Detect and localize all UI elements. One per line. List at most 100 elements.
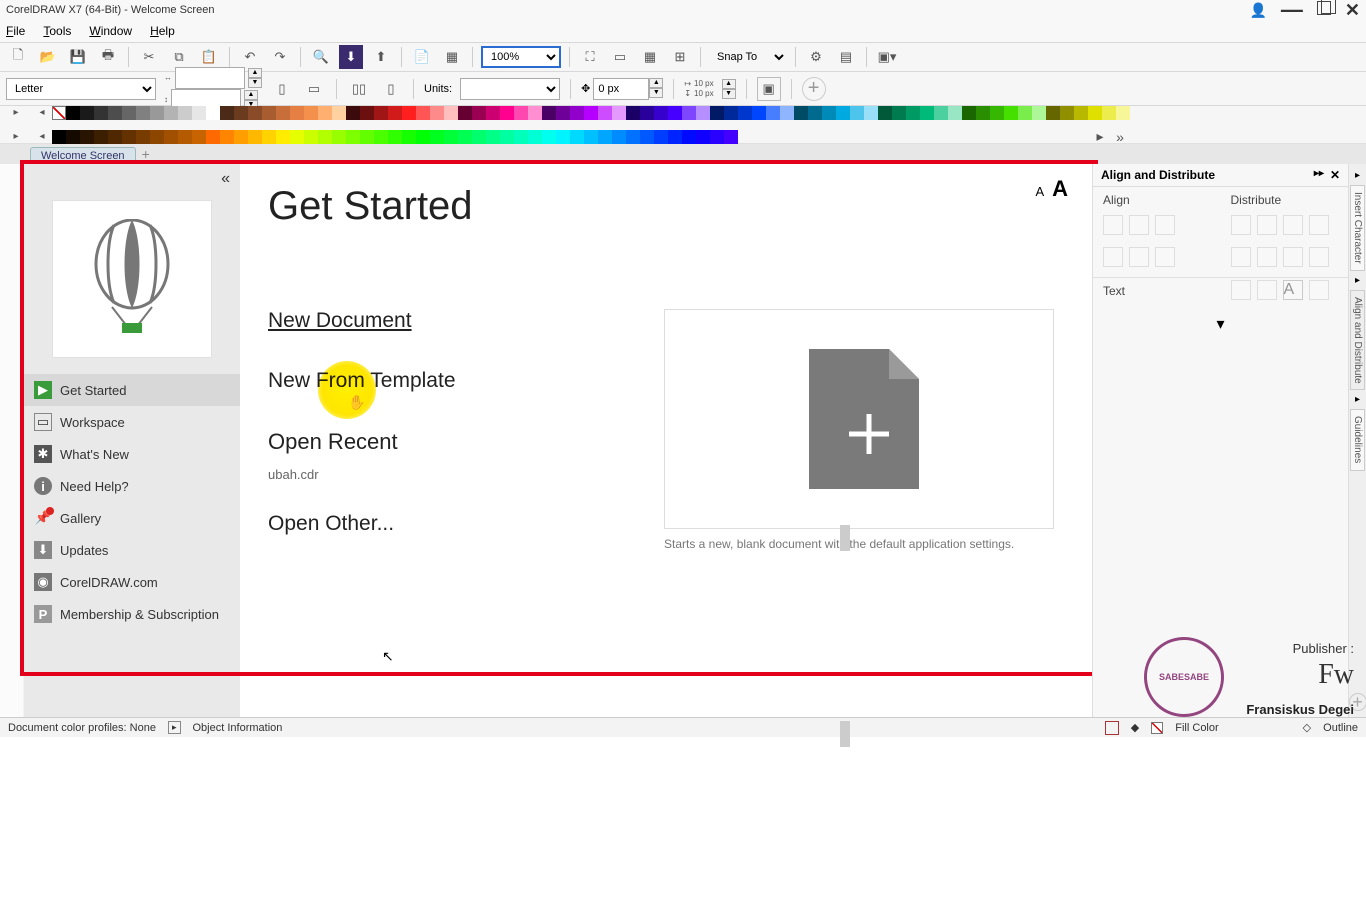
color-swatch[interactable] (206, 130, 220, 144)
color-swatch[interactable] (472, 130, 486, 144)
freehand-tool[interactable] (3, 264, 21, 282)
color-swatch[interactable] (906, 106, 920, 120)
nav-whats-new[interactable]: ✱ What's New (24, 438, 240, 470)
save-button[interactable]: 💾 (66, 45, 90, 69)
color-swatch[interactable] (164, 106, 178, 120)
zoom-tool[interactable] (3, 240, 21, 258)
color-swatch[interactable] (514, 130, 528, 144)
vtab-insert-character[interactable]: Insert Character (1350, 185, 1365, 271)
crop-tool[interactable] (3, 216, 21, 234)
nav-updates[interactable]: ⬇ Updates (24, 534, 240, 566)
show-rulers-button[interactable]: ▭ (608, 45, 632, 69)
color-swatch[interactable] (584, 130, 598, 144)
color-swatch[interactable] (584, 106, 598, 120)
color-swatch[interactable] (360, 106, 374, 120)
maximize-button[interactable] (1317, 1, 1331, 20)
distribute-buttons[interactable] (1221, 213, 1349, 245)
color-swatch[interactable] (150, 106, 164, 120)
artistic-media-tool[interactable] (3, 288, 21, 306)
color-swatch[interactable] (962, 106, 976, 120)
polygon-tool[interactable] (3, 360, 21, 378)
show-guides-button[interactable]: ⊞ (668, 45, 692, 69)
color-swatch[interactable] (248, 106, 262, 120)
import-button[interactable]: ⬇ (339, 45, 363, 69)
color-swatch[interactable] (864, 106, 878, 120)
palette-scroll-left-2[interactable]: ◂ (32, 130, 52, 144)
page-dimensions[interactable]: ↔▲▼ ↕▲▼ (164, 67, 262, 111)
color-swatch[interactable] (710, 106, 724, 120)
dimension-tool[interactable] (3, 432, 21, 450)
palette-2[interactable] (52, 130, 738, 144)
portrait-button[interactable]: ▯ (270, 77, 294, 101)
new-tab-button[interactable]: + (136, 144, 156, 164)
color-swatch[interactable] (486, 106, 500, 120)
color-swatch[interactable] (500, 106, 514, 120)
color-swatch[interactable] (500, 130, 514, 144)
distribute-buttons-row2[interactable] (1221, 245, 1349, 277)
text-tool[interactable] (3, 384, 21, 402)
collapse-sidebar-button[interactable]: « (24, 164, 240, 194)
outline-tool[interactable] (3, 552, 21, 570)
search-button[interactable]: 🔍 (309, 45, 333, 69)
fill-indicator-icon[interactable]: ◆ (1131, 721, 1139, 734)
publish-pdf-button[interactable]: 📄 (410, 45, 434, 69)
color-swatch[interactable] (822, 106, 836, 120)
transparency-tool[interactable] (3, 504, 21, 522)
color-swatch[interactable] (612, 130, 626, 144)
copy-button[interactable]: ⧉ (167, 45, 191, 69)
color-swatch[interactable] (514, 106, 528, 120)
duplicate-distance[interactable]: ↦10 px ↧10 px (684, 79, 713, 98)
color-swatch[interactable] (654, 106, 668, 120)
nav-coreldraw-com[interactable]: ◉ CorelDRAW.com (24, 566, 240, 598)
color-swatch[interactable] (444, 130, 458, 144)
color-swatch[interactable] (1074, 106, 1088, 120)
color-swatch[interactable] (304, 130, 318, 144)
color-swatch[interactable] (696, 130, 710, 144)
color-swatch[interactable] (192, 106, 206, 120)
nav-workspace[interactable]: ▭ Workspace (24, 406, 240, 438)
color-swatch[interactable] (108, 130, 122, 144)
dockers-button[interactable]: ▤ (834, 45, 858, 69)
color-swatch[interactable] (374, 106, 388, 120)
color-swatch[interactable] (122, 130, 136, 144)
color-swatch[interactable] (318, 106, 332, 120)
color-swatch[interactable] (640, 106, 654, 120)
color-swatch[interactable] (766, 106, 780, 120)
color-swatch[interactable] (640, 130, 654, 144)
color-swatch[interactable] (122, 106, 136, 120)
palette-scroll-right-2[interactable]: ▸ (1090, 130, 1110, 144)
menu-file[interactable]: File (6, 24, 25, 38)
color-swatch[interactable] (542, 130, 556, 144)
color-swatch[interactable] (80, 130, 94, 144)
color-swatch[interactable] (1046, 106, 1060, 120)
paper-size-combo[interactable]: Letter (6, 78, 156, 100)
color-swatch[interactable] (752, 106, 766, 120)
color-swatch[interactable] (990, 106, 1004, 120)
color-swatch[interactable] (206, 106, 220, 120)
print-button[interactable]: 🖶 (96, 45, 120, 69)
fill-tool[interactable] (3, 576, 21, 594)
color-swatch[interactable] (542, 106, 556, 120)
status-profiles-flyout[interactable]: ▸ (168, 721, 181, 734)
user-icon[interactable]: 👤 (1249, 2, 1266, 19)
color-swatch[interactable] (164, 130, 178, 144)
palette-flyout-2[interactable]: » (1110, 130, 1130, 144)
color-swatch[interactable] (430, 106, 444, 120)
color-swatch[interactable] (696, 106, 710, 120)
color-swatch[interactable] (1102, 106, 1116, 120)
color-swatch[interactable] (738, 106, 752, 120)
color-swatch[interactable] (612, 106, 626, 120)
color-swatch[interactable] (52, 130, 66, 144)
color-swatch[interactable] (668, 106, 682, 120)
color-swatch[interactable] (570, 130, 584, 144)
color-swatch[interactable] (598, 106, 612, 120)
color-swatch[interactable] (94, 130, 108, 144)
vtab-flyout-icon-2[interactable]: ▸ (1355, 275, 1360, 286)
options-button[interactable]: ⚙ (804, 45, 828, 69)
color-swatch[interactable] (472, 106, 486, 120)
color-swatch[interactable] (66, 130, 80, 144)
color-swatch[interactable] (80, 106, 94, 120)
color-swatch[interactable] (402, 106, 416, 120)
color-swatch[interactable] (262, 130, 276, 144)
color-swatch[interactable] (374, 130, 388, 144)
